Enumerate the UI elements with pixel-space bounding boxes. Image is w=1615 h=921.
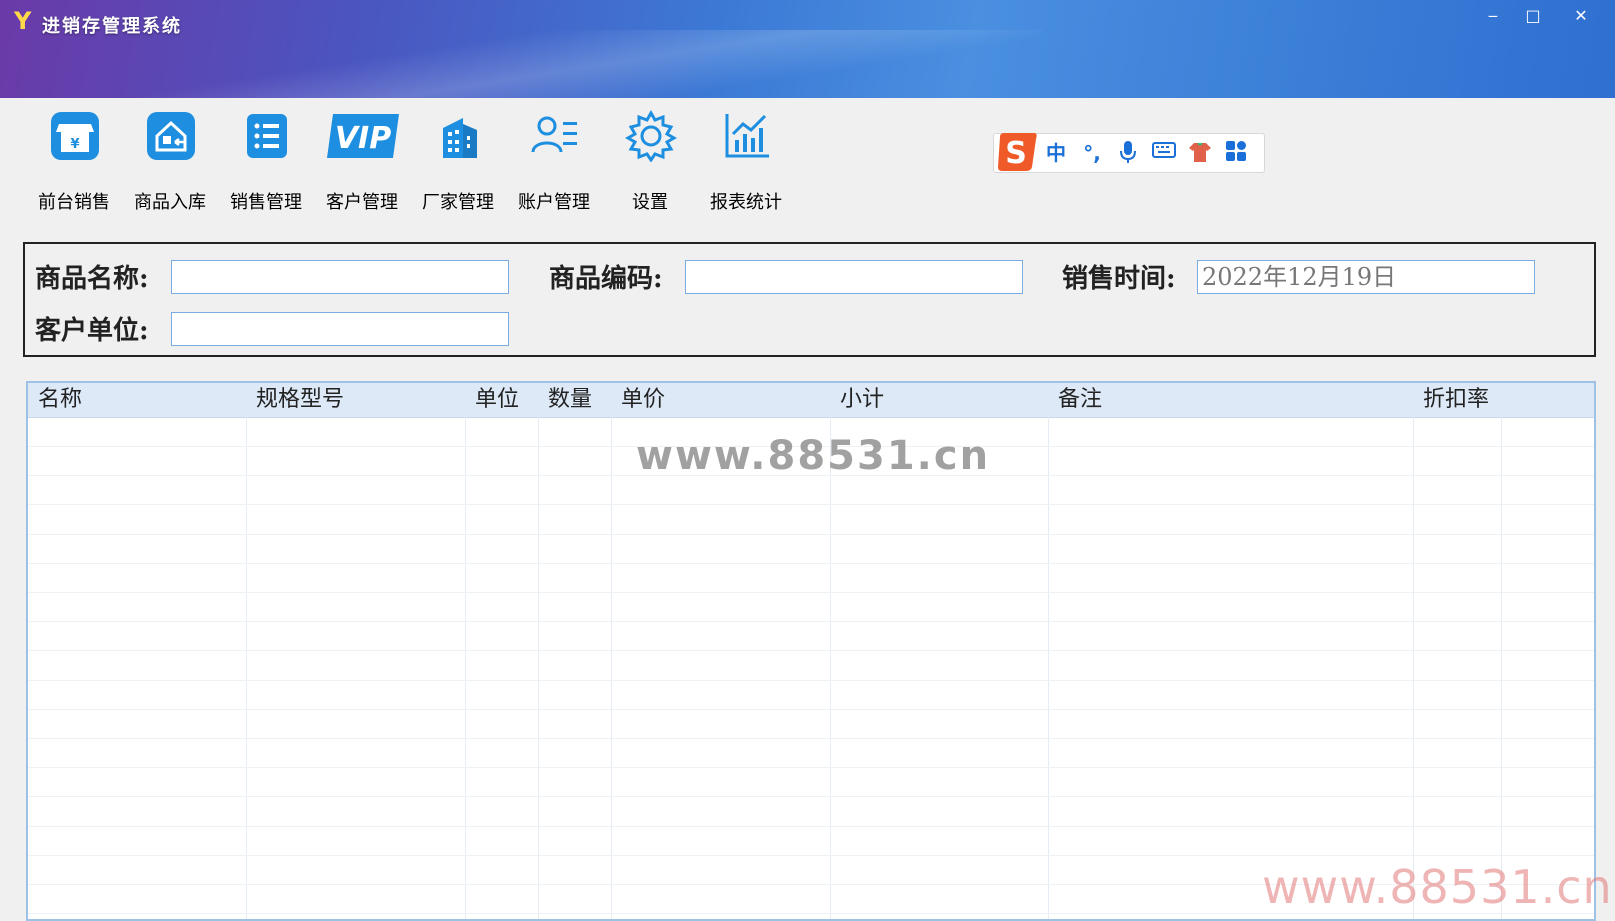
minimize-button[interactable]: ‒ (1478, 4, 1508, 28)
toolbar-label: 客户管理 (326, 192, 398, 213)
grid-row-divider (28, 767, 1594, 769)
gear-icon (624, 109, 678, 163)
watermark-center: www.88531.cn (636, 433, 991, 479)
toolbar-label: 报表统计 (710, 192, 782, 213)
ime-skin-icon[interactable] (1186, 140, 1214, 166)
ime-apps-icon[interactable] (1222, 140, 1250, 166)
ime-mode-button[interactable]: 中 (1042, 140, 1070, 166)
user-list-icon (529, 110, 581, 162)
product-name-label: 商品名称: (35, 264, 149, 294)
building-icon (433, 110, 485, 162)
product-code-input[interactable] (685, 260, 1023, 294)
ime-punct-button[interactable]: °, (1078, 140, 1106, 166)
column-header-remark[interactable]: 备注 (1048, 383, 1413, 417)
ime-mic-icon[interactable] (1114, 140, 1142, 166)
grid-row-divider (28, 533, 1594, 535)
grid-column-divider (538, 417, 539, 919)
toolbar-account-manage[interactable]: 账户管理 (509, 110, 599, 220)
grid-header: 名称 规格型号 单位 数量 单价 小计 备注 折扣率 (28, 383, 1594, 418)
column-header-quantity[interactable]: 数量 (538, 383, 611, 417)
close-button[interactable]: ✕ (1566, 4, 1596, 28)
window-title: 进销存管理系统 (42, 16, 182, 37)
grid-column-divider (611, 417, 612, 919)
maximize-button[interactable]: □ (1518, 4, 1548, 28)
grid-row-divider (28, 708, 1594, 710)
search-panel: 商品名称: 商品编码: 销售时间: 2022年12月19日 客户单位: (23, 242, 1596, 357)
vip-icon: VIP (325, 110, 401, 162)
storefront-icon: ¥ (49, 110, 101, 162)
svg-text:VIP: VIP (335, 121, 391, 156)
grid-column-divider (1048, 417, 1049, 919)
grid-row-divider (28, 562, 1594, 564)
toolbar-vendor-manage[interactable]: 厂家管理 (413, 110, 503, 220)
column-header-price[interactable]: 单价 (611, 383, 830, 417)
toolbar-label: 账户管理 (518, 192, 590, 213)
toolbar-label: 厂家管理 (422, 192, 494, 213)
sale-time-label: 销售时间: (1062, 264, 1176, 294)
sale-time-picker[interactable]: 2022年12月19日 (1197, 260, 1535, 294)
chart-icon (721, 110, 773, 162)
app-logo-icon: Y (14, 7, 32, 35)
grid-column-divider (830, 417, 831, 919)
column-header-name[interactable]: 名称 (28, 383, 246, 417)
customer-label: 客户单位: (35, 316, 149, 346)
toolbar-settings[interactable]: 设置 (605, 109, 695, 220)
column-header-subtotal[interactable]: 小计 (830, 383, 1048, 417)
toolbar-label: 商品入库 (134, 192, 206, 213)
grid-row-divider (28, 825, 1594, 827)
grid-row-divider (28, 650, 1594, 652)
toolbar-label: 设置 (632, 192, 668, 213)
title-bar: Y 进销存管理系统 ‒ □ ✕ (0, 0, 1615, 110)
grid-row-divider (28, 854, 1594, 856)
column-header-spec[interactable]: 规格型号 (246, 383, 465, 417)
grid-column-divider (1501, 417, 1502, 919)
ime-keyboard-icon[interactable] (1150, 140, 1178, 166)
grid-row-divider (28, 621, 1594, 623)
customer-input[interactable] (171, 312, 509, 346)
toolbar-sales-manage[interactable]: 销售管理 (221, 110, 311, 220)
toolbar-label: 前台销售 (38, 192, 110, 213)
grid-row-divider (28, 679, 1594, 681)
toolbar-customer-manage[interactable]: VIP 客户管理 (317, 110, 407, 220)
toolbar-reports[interactable]: 报表统计 (701, 110, 791, 220)
grid-column-divider (465, 417, 466, 919)
toolbar-front-sales[interactable]: ¥ 前台销售 (29, 110, 119, 220)
warehouse-in-icon (145, 110, 197, 162)
grid-row-divider (28, 796, 1594, 798)
client-area: ¥ 前台销售 商品入库 销售管理 VIP 客户管理 厂家管理 账户管理 设置 报… (3, 98, 1615, 921)
ime-toolbar[interactable]: S 中 °, (993, 133, 1265, 173)
grid-column-divider (1413, 417, 1414, 919)
svg-text:¥: ¥ (70, 137, 79, 152)
column-header-discount[interactable]: 折扣率 (1413, 383, 1501, 417)
toolbar-label: 销售管理 (230, 192, 302, 213)
grid-row-divider (28, 504, 1594, 506)
grid-row-divider (28, 592, 1594, 593)
sogou-logo-icon: S (996, 131, 1040, 173)
watermark-corner: www.88531.cn (1262, 860, 1613, 914)
column-header-unit[interactable]: 单位 (465, 383, 538, 417)
grid-row-divider (28, 738, 1594, 739)
product-code-label: 商品编码: (549, 264, 663, 294)
main-toolbar: ¥ 前台销售 商品入库 销售管理 VIP 客户管理 厂家管理 账户管理 设置 报… (3, 98, 1615, 230)
toolbar-stock-in[interactable]: 商品入库 (125, 110, 215, 220)
grid-column-divider (246, 417, 247, 919)
list-icon (241, 110, 293, 162)
product-name-input[interactable] (171, 260, 509, 294)
svg-text:S: S (1005, 136, 1027, 171)
